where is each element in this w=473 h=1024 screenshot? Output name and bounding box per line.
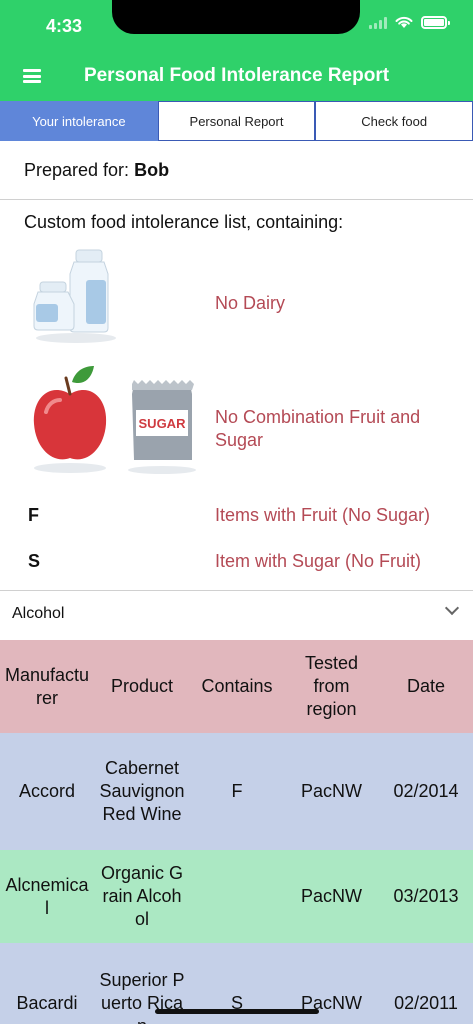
cell-contains: F [231,781,243,801]
cell-contains [190,850,284,943]
legend-fruit: Items with Fruit (No Sugar) [215,505,431,525]
prepared-label: Prepared for: [24,160,130,180]
cell-region: PacNW [300,781,362,801]
divider [0,199,473,200]
chevron-down-icon [444,600,460,616]
cell-date: 03/2013 [393,886,459,906]
category-dropdown[interactable]: Alcohol [0,591,473,639]
tab-bar: Your intolerance Personal Report Check f… [0,101,473,141]
legend-letter-f: F [28,505,39,525]
prepared-for: Prepared for: Bob [24,160,169,181]
column-header-region: Tested from region [304,653,359,719]
table-row[interactable]: Accord Cabernet Sauvignon Red Wine F Pac… [0,733,473,850]
cell-manufacturer: Accord [18,781,76,801]
tab-personal-report[interactable]: Personal Report [157,101,316,141]
cell-region: PacNW [300,886,362,906]
cell-date: 02/2011 [394,992,458,1013]
status-icons [369,16,450,29]
column-header-date: Date [406,676,446,696]
status-time: 4:33 [46,16,83,36]
column-header-contains: Contains [201,676,273,696]
legend-no-combination: No Combination Fruit and Sugar [215,407,421,450]
tab-your-intolerance[interactable]: Your intolerance [0,101,158,141]
cell-product: Cabernet Sauvignon Red Wine [99,758,185,824]
app-header: 4:33 Personal Food Intolerance Report [0,0,473,101]
product-table: Manufacturer Product Contains Tested fro… [0,640,473,1024]
column-header-product: Product [110,676,174,696]
column-header-manufacturer: Manufacturer [4,664,90,708]
table-header-row: Manufacturer Product Contains Tested fro… [0,640,473,733]
table-row[interactable]: Alcnemical Organic Grain Alcohol PacNW 0… [0,850,473,943]
battery-icon [421,16,450,29]
category-selected: Alcohol [12,605,65,622]
wifi-icon [395,16,413,28]
legend-letter-s: S [28,551,41,571]
device-notch [112,0,360,34]
cell-date: 02/2014 [393,781,459,801]
home-indicator[interactable] [155,1009,319,1014]
tab-check-food[interactable]: Check food [315,101,473,141]
cellular-signal-icon [369,16,387,29]
legend-sugar: Item with Sugar (No Fruit) [215,551,422,571]
prepared-name: Bob [134,160,170,180]
cell-product: Organic Grain Alcohol [100,863,184,929]
custom-list-title: Custom food intolerance list, containing… [24,212,344,232]
dairy-bottles-icon [33,249,116,343]
cell-manufacturer: Alcnemical [5,874,89,918]
page-title: Personal Food Intolerance Report [83,65,390,86]
sugar-label: SUGAR [139,416,187,431]
cell-manufacturer: Bacardi [16,992,78,1013]
legend-no-dairy: No Dairy [215,293,286,313]
apple-sugar-icon: SUGAR [33,366,196,474]
